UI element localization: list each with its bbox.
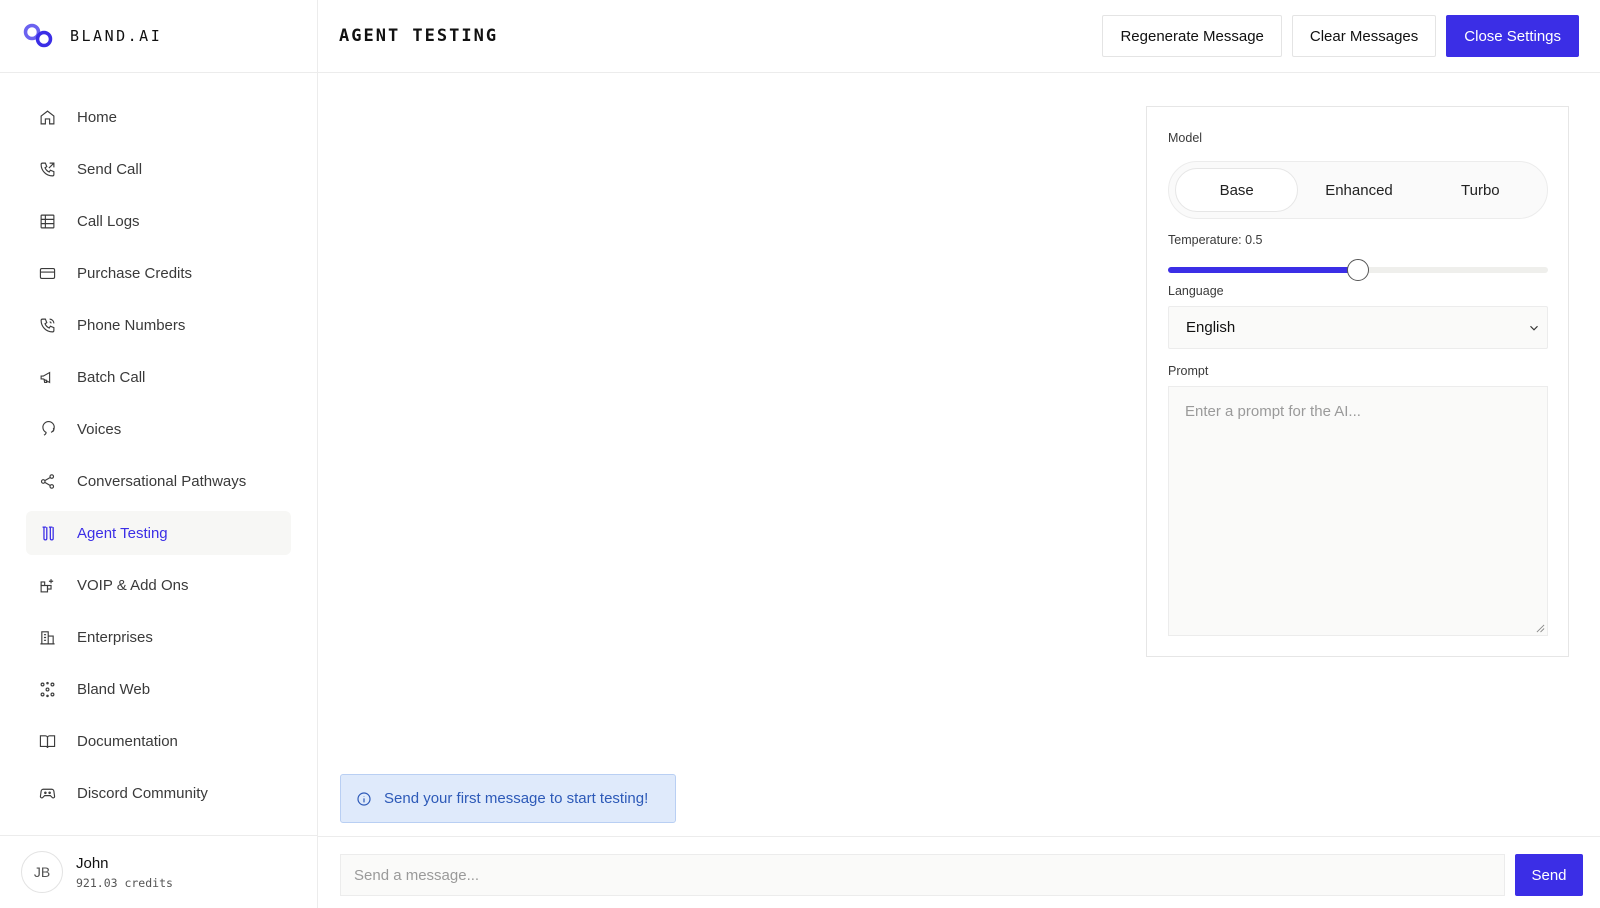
sidebar-item-conversational-pathways[interactable]: Conversational Pathways (26, 459, 291, 503)
user-name: John (76, 854, 109, 872)
sidebar-item-label: Phone Numbers (77, 316, 186, 334)
sidebar-item-purchase-credits[interactable]: Purchase Credits (26, 251, 291, 295)
phone-icon (38, 316, 56, 334)
top-actions: Regenerate Message Clear Messages Close … (1102, 15, 1579, 57)
brand-header: BLAND.AI (0, 0, 317, 73)
sidebar-item-label: Send Call (77, 160, 143, 178)
sidebar-item-label: Conversational Pathways (77, 472, 247, 490)
sidebar-item-enterprises[interactable]: Enterprises (26, 615, 291, 659)
sidebar-item-label: Discord Community (77, 784, 208, 802)
sidebar-item-call-logs[interactable]: Call Logs (26, 199, 291, 243)
prompt-placeholder: Enter a prompt for the AI... (1185, 403, 1361, 420)
sidebar-item-phone-numbers[interactable]: Phone Numbers (26, 303, 291, 347)
sidebar: BLAND.AI Home Send Call Call Logs Purcha… (0, 0, 318, 908)
message-composer: Send a message... Send (318, 836, 1600, 908)
table-icon (38, 212, 56, 230)
language-label: Language (1168, 284, 1224, 298)
sidebar-item-label: Bland Web (77, 680, 151, 698)
user-info: John 921.03 credits (76, 855, 173, 890)
share-nodes-icon (38, 472, 56, 490)
building-icon (38, 628, 56, 646)
sidebar-item-bland-web[interactable]: Bland Web (26, 667, 291, 711)
model-option-enhanced[interactable]: Enhanced (1298, 168, 1419, 212)
dots-network-icon (38, 680, 56, 698)
test-tubes-icon (38, 524, 56, 542)
sidebar-item-batch-call[interactable]: Batch Call (26, 355, 291, 399)
regenerate-message-button[interactable]: Regenerate Message (1102, 15, 1282, 57)
clear-messages-button[interactable]: Clear Messages (1291, 15, 1437, 57)
sidebar-item-label: Purchase Credits (77, 264, 193, 282)
info-banner: Send your first message to start testing… (340, 774, 676, 823)
sidebar-item-send-call[interactable]: Send Call (26, 147, 291, 191)
language-value: English (1186, 319, 1236, 336)
resize-handle-icon[interactable] (1536, 624, 1545, 633)
sidebar-item-documentation[interactable]: Documentation (26, 719, 291, 763)
sidebar-item-discord-community[interactable]: Discord Community (26, 771, 291, 815)
chevron-down-icon (1530, 325, 1538, 331)
model-selector: Base Enhanced Turbo (1168, 161, 1548, 219)
megaphone-icon (38, 368, 56, 386)
user-profile[interactable]: JB John 921.03 credits (0, 835, 317, 908)
sidebar-item-voip-add-ons[interactable]: VOIP & Add Ons (26, 563, 291, 607)
info-icon (357, 791, 371, 806)
prompt-label: Prompt (1168, 364, 1209, 378)
prompt-textarea[interactable]: Enter a prompt for the AI... (1168, 386, 1548, 636)
slider-fill (1168, 267, 1358, 273)
phone-outgoing-icon (38, 160, 56, 178)
credit-card-icon (38, 264, 56, 282)
home-icon (38, 108, 56, 126)
book-open-icon (38, 732, 56, 750)
settings-panel: Model Base Enhanced Turbo Temperature: 0… (1146, 106, 1569, 657)
sidebar-item-label: Agent Testing (77, 524, 168, 542)
info-text: Send your first message to start testing… (384, 790, 649, 807)
sidebar-item-label: Voices (77, 420, 122, 438)
avatar: JB (21, 851, 63, 893)
sidebar-item-label: Home (77, 108, 118, 126)
gamepad-icon (38, 784, 56, 802)
page-title: AGENT TESTING (339, 26, 499, 46)
message-input[interactable]: Send a message... (340, 854, 1505, 896)
brand-name: BLAND.AI (70, 27, 163, 45)
sidebar-item-label: Call Logs (77, 212, 140, 230)
user-credits: 921.03 credits (76, 875, 173, 890)
sidebar-item-label: Enterprises (77, 628, 153, 646)
temperature-slider[interactable] (1168, 259, 1548, 281)
sidebar-nav: Home Send Call Call Logs Purchase Credit… (0, 73, 317, 823)
sidebar-item-agent-testing[interactable]: Agent Testing (26, 511, 291, 555)
language-select[interactable]: English (1168, 306, 1548, 349)
sidebar-item-label: VOIP & Add Ons (77, 576, 189, 594)
send-button[interactable]: Send (1515, 854, 1583, 896)
model-option-base[interactable]: Base (1175, 168, 1299, 212)
sidebar-item-label: Batch Call (77, 368, 146, 386)
sidebar-item-label: Documentation (77, 732, 178, 750)
temperature-label: Temperature: 0.5 (1168, 233, 1263, 247)
blocks-plus-icon (38, 576, 56, 594)
model-label: Model (1168, 131, 1203, 145)
top-bar: AGENT TESTING Regenerate Message Clear M… (318, 0, 1600, 73)
close-settings-button[interactable]: Close Settings (1446, 15, 1579, 57)
speech-bubble-icon (38, 420, 56, 438)
model-option-turbo[interactable]: Turbo (1420, 168, 1541, 212)
sidebar-item-voices[interactable]: Voices (26, 407, 291, 451)
bland-logo-icon (23, 23, 53, 48)
message-placeholder: Send a message... (354, 866, 480, 884)
slider-thumb[interactable] (1347, 259, 1369, 281)
sidebar-item-home[interactable]: Home (26, 95, 291, 139)
